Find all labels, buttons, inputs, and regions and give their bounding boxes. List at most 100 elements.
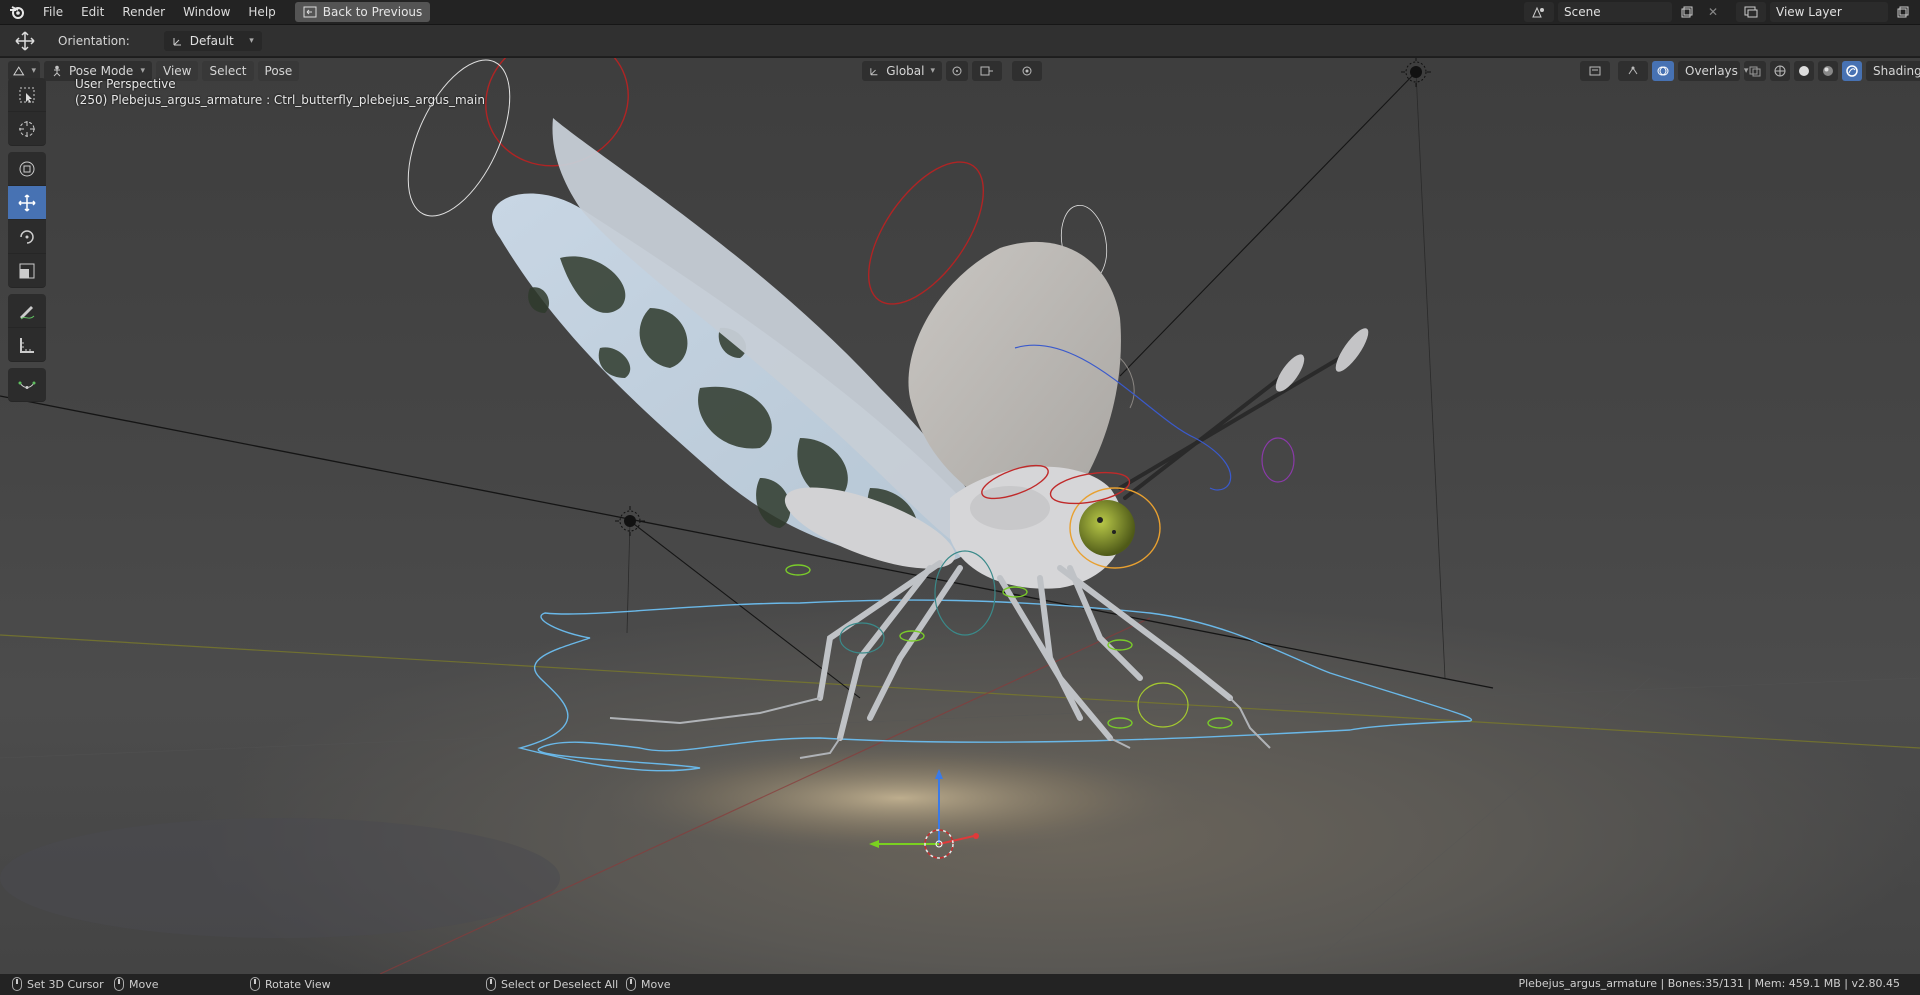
light-line-2	[1119, 71, 1417, 377]
butterfly-eye	[1079, 500, 1135, 556]
rendered-shading-icon[interactable]	[1842, 61, 1862, 81]
menu-file[interactable]: File	[34, 0, 72, 25]
relax-icon	[18, 381, 36, 389]
chevron-down-icon: ▾	[31, 66, 36, 76]
proportional-editing-icon[interactable]	[1012, 61, 1042, 81]
pose-mode-icon	[53, 65, 61, 77]
status-hint-select: Select or Deselect All	[486, 977, 618, 991]
tool-move[interactable]	[8, 186, 46, 220]
back-to-previous-button[interactable]: Back to Previous	[294, 2, 431, 22]
wireframe-shading-icon[interactable]	[1770, 61, 1790, 81]
screen-back-icon	[303, 6, 317, 18]
tool-select-box[interactable]	[8, 78, 46, 112]
top-menu-bar: File Edit Render Window Help Back to Pre…	[0, 0, 1920, 25]
orientation-axis-icon	[173, 37, 181, 45]
3d-viewport[interactable]: ▾ Pose Mode ▾ View Select Pose Global ▾	[0, 58, 1920, 974]
solid-shading-icon[interactable]	[1794, 61, 1814, 81]
status-hint-label: Set 3D Cursor	[27, 977, 104, 991]
mouse-left-icon	[486, 977, 496, 991]
tool-measure[interactable]	[8, 328, 46, 362]
chevron-down-icon: ▾	[1743, 66, 1749, 76]
view-perspective-label: User Perspective	[75, 77, 176, 91]
pivot-icon[interactable]	[946, 61, 968, 81]
floor-light-spot	[580, 738, 1220, 858]
shading-label: Shading	[1873, 64, 1920, 78]
mouse-left-icon	[12, 977, 22, 991]
status-hint-label: Rotate View	[265, 977, 331, 991]
scene-name-field[interactable]: Scene	[1558, 2, 1672, 22]
mode-label: Pose Mode	[69, 64, 134, 78]
tool-relax[interactable]	[8, 368, 46, 402]
menu-select[interactable]: Select	[202, 61, 254, 81]
transform-icon	[19, 161, 35, 176]
antenna-2	[1118, 356, 1342, 490]
view-layer-name-field[interactable]: View Layer	[1770, 2, 1888, 22]
menu-help[interactable]: Help	[239, 0, 284, 25]
blender-logo-icon[interactable]	[0, 0, 34, 25]
menu-edit[interactable]: Edit	[72, 0, 113, 25]
chevron-down-icon: ▾	[930, 66, 935, 76]
active-object-info: (250) Plebejus_argus_armature : Ctrl_but…	[75, 93, 485, 107]
orientation-dropdown[interactable]: Default ▾	[163, 30, 262, 51]
snap-icon[interactable]	[972, 61, 1002, 81]
menu-render[interactable]: Render	[113, 0, 174, 25]
y-axis-line	[0, 634, 1920, 749]
left-wing	[491, 193, 978, 564]
scale-icon	[19, 263, 35, 278]
status-hint-set-cursor: Set 3D Cursor	[12, 977, 104, 991]
status-hint-label: Move	[641, 977, 671, 991]
overlays-label: Overlays	[1685, 64, 1738, 78]
mouse-middle-icon	[250, 977, 260, 991]
status-hint-rotate-view: Rotate View	[250, 977, 331, 991]
view-layer-copy-icon[interactable]	[1892, 2, 1914, 22]
gizmo-toggle-icon[interactable]	[1618, 61, 1648, 81]
object-types-visibility-icon[interactable]	[1580, 61, 1610, 81]
move-icon	[18, 193, 36, 212]
scene-statistics: Plebejus_argus_armature | Bones:35/131 |…	[1518, 977, 1900, 990]
back-to-previous-label: Back to Previous	[322, 5, 423, 19]
material-shading-icon[interactable]	[1818, 61, 1838, 81]
viewport-scene	[0, 58, 1920, 974]
mouse-middle-icon	[114, 977, 124, 991]
shading-dropdown[interactable]: Shading ▾	[1866, 61, 1920, 81]
menu-window[interactable]: Window	[174, 0, 239, 25]
view-layer-browse-button[interactable]	[1736, 2, 1766, 22]
cursor-icon	[19, 120, 35, 137]
mouse-left-icon	[626, 977, 636, 991]
orientation-label: Orientation:	[58, 33, 130, 48]
measure-icon	[20, 337, 34, 353]
tool-shelf	[8, 78, 46, 402]
tool-annotate[interactable]	[8, 294, 46, 328]
overlays-dropdown[interactable]: Overlays ▾	[1678, 61, 1748, 81]
annotate-icon	[20, 305, 35, 319]
scene-icon	[1532, 6, 1544, 18]
tool-transform[interactable]	[8, 152, 46, 186]
3d-view-icon	[13, 66, 25, 76]
viewport-header-center: Global ▾	[862, 61, 1042, 81]
status-hint-move: Move	[114, 977, 159, 991]
move-tool-icon[interactable]	[0, 30, 50, 52]
menu-pose[interactable]: Pose	[257, 61, 300, 81]
tool-scale[interactable]	[8, 254, 46, 288]
chevron-down-icon: ▾	[249, 35, 254, 46]
tool-rotate[interactable]	[8, 220, 46, 254]
tool-cursor[interactable]	[8, 112, 46, 146]
view-layer-icon	[1744, 6, 1758, 18]
scene-browse-button[interactable]	[1524, 2, 1554, 22]
tool-settings-bar: Orientation: Default ▾	[0, 25, 1920, 57]
chevron-down-icon: ▾	[140, 66, 145, 76]
global-axis-icon	[870, 68, 878, 76]
status-hint-move-2: Move	[626, 977, 671, 991]
select-box-icon	[19, 87, 35, 103]
status-bar: Set 3D Cursor Move Rotate View Select or…	[0, 974, 1920, 995]
transform-orientation-dropdown[interactable]: Global ▾	[862, 61, 942, 81]
overlays-toggle-icon[interactable]	[1652, 61, 1674, 81]
scene-close-icon[interactable]: ✕	[1702, 2, 1724, 22]
orientation-value: Default	[189, 33, 234, 48]
scene-copy-icon[interactable]	[1676, 2, 1698, 22]
status-hint-label: Select or Deselect All	[501, 977, 619, 991]
rotate-icon	[20, 229, 34, 244]
transform-orientation-label: Global	[886, 64, 925, 78]
status-hint-label: Move	[129, 977, 159, 991]
viewport-header-right: Overlays ▾ Shading ▾	[1580, 61, 1920, 81]
